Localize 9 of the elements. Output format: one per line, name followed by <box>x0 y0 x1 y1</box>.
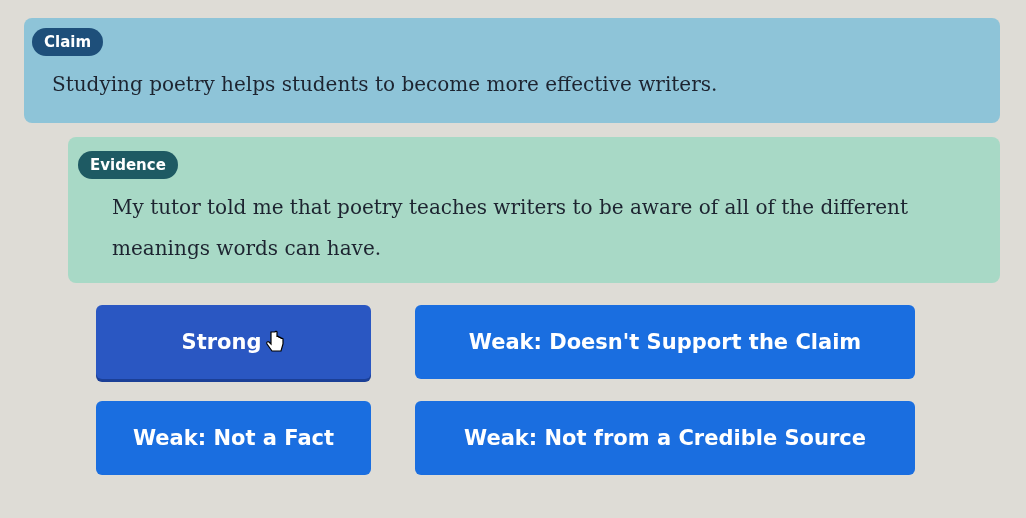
answer-button[interactable]: Weak: Doesn't Support the Claim <box>415 305 915 379</box>
hand-cursor-icon <box>265 330 286 354</box>
answer-button[interactable]: Weak: Not a Fact <box>96 401 371 475</box>
claim-text: Studying poetry helps students to become more effective writers. <box>51 71 718 98</box>
answer-button[interactable]: Weak: Not from a Credible Source <box>415 401 915 475</box>
evidence-text: My tutor told me that poetry teaches writers to be aware of all of the different meanings words can have. <box>111 194 909 262</box>
answer-button[interactable]: Strong <box>96 305 371 379</box>
claim-badge: Claim <box>32 28 104 56</box>
evidence-badge: Evidence <box>78 151 178 179</box>
